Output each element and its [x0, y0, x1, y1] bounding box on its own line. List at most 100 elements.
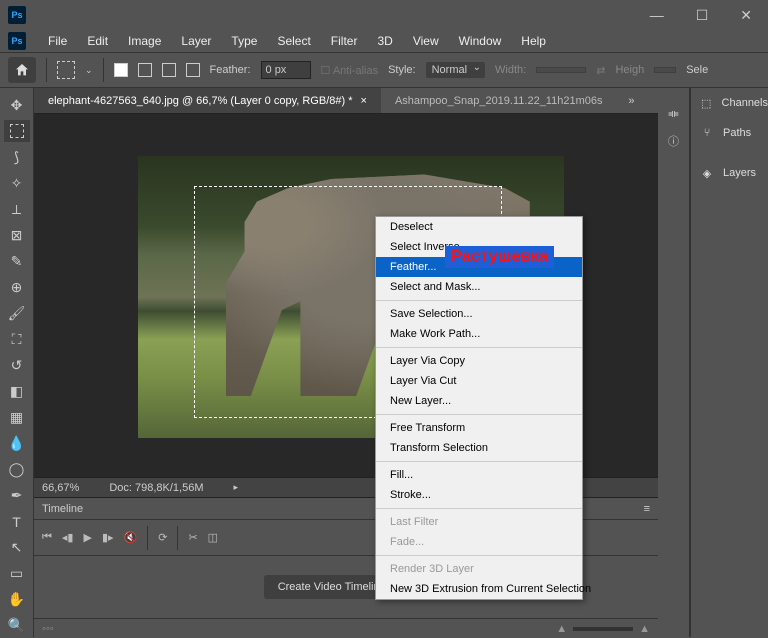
panel-channels[interactable]: ⬚Channels: [691, 88, 768, 118]
link-icon: ⇄: [596, 64, 605, 77]
eyedropper-tool[interactable]: ✎: [4, 250, 30, 272]
menu-3d[interactable]: 3D: [369, 32, 400, 50]
brush-tool[interactable]: 🖌: [4, 302, 30, 324]
panel-paths[interactable]: ⑂Paths: [691, 118, 768, 148]
width-label: Width:: [495, 64, 526, 76]
context-menu-item[interactable]: Free Transform: [376, 418, 582, 438]
menu-file[interactable]: File: [40, 32, 75, 50]
crop-tool[interactable]: ⟂: [4, 198, 30, 220]
feather-label: Feather:: [210, 64, 251, 76]
height-label: Heigh: [615, 64, 644, 76]
context-menu-item[interactable]: Save Selection...: [376, 304, 582, 324]
context-menu-item[interactable]: Make Work Path...: [376, 324, 582, 344]
menu-help[interactable]: Help: [513, 32, 554, 50]
menu-separator: [376, 555, 582, 556]
menubar: Ps File Edit Image Layer Type Select Fil…: [0, 30, 768, 52]
timeline-zoom-out-icon[interactable]: ▲: [556, 623, 567, 635]
context-menu-item[interactable]: Fill...: [376, 465, 582, 485]
annotation-label: Растушевка: [445, 246, 554, 268]
magic-wand-tool[interactable]: ✧: [4, 172, 30, 194]
menu-filter[interactable]: Filter: [323, 32, 366, 50]
history-brush-tool[interactable]: ↺: [4, 354, 30, 376]
subtract-selection-icon[interactable]: [162, 63, 176, 77]
eraser-tool[interactable]: ◧: [4, 381, 30, 403]
pen-tool[interactable]: ✒: [4, 485, 30, 507]
context-menu-item[interactable]: Select and Mask...: [376, 277, 582, 297]
new-selection-icon[interactable]: [114, 63, 128, 77]
style-label: Style:: [388, 64, 416, 76]
type-tool[interactable]: T: [4, 511, 30, 533]
dodge-tool[interactable]: ◯: [4, 459, 30, 481]
path-select-tool[interactable]: ↖: [4, 537, 30, 559]
context-menu-item: Fade...: [376, 532, 582, 552]
antialias-checkbox: ☐ Anti-alias: [321, 64, 379, 77]
home-button[interactable]: [8, 57, 36, 83]
tab-overflow-icon[interactable]: »: [616, 95, 646, 107]
timeline-zoom-in-icon[interactable]: ▲: [639, 623, 650, 635]
stamp-tool[interactable]: ⛶: [4, 328, 30, 350]
lasso-tool[interactable]: ⟆: [4, 146, 30, 168]
context-menu-item[interactable]: Transform Selection: [376, 438, 582, 458]
menu-edit[interactable]: Edit: [79, 32, 116, 50]
tab-inactive[interactable]: Ashampoo_Snap_2019.11.22_11h21m06s: [381, 88, 617, 113]
timeline-title[interactable]: Timeline: [42, 503, 83, 515]
menu-type[interactable]: Type: [223, 32, 265, 50]
collapsed-panel-icon[interactable]: ⓘ: [668, 133, 679, 149]
shape-tool[interactable]: ▭: [4, 563, 30, 585]
zoom-tool[interactable]: 🔍: [4, 615, 30, 637]
panel-layers[interactable]: ◈Layers: [691, 158, 768, 188]
width-input: [536, 67, 586, 73]
add-selection-icon[interactable]: [138, 63, 152, 77]
menu-view[interactable]: View: [405, 32, 447, 50]
timeline-split-icon[interactable]: ✂: [188, 531, 197, 544]
timeline-loop-icon[interactable]: ⟳: [158, 531, 167, 544]
context-menu-item[interactable]: Layer Via Copy: [376, 351, 582, 371]
timeline-volume-icon[interactable]: 🔇: [124, 531, 138, 544]
gradient-tool[interactable]: ▦: [4, 407, 30, 429]
menu-window[interactable]: Window: [451, 32, 510, 50]
doc-info[interactable]: Doc: 798,8K/1,56M: [109, 482, 203, 494]
menu-separator: [376, 300, 582, 301]
menu-layer[interactable]: Layer: [173, 32, 219, 50]
style-dropdown[interactable]: Normal: [426, 62, 485, 78]
context-menu-item[interactable]: New 3D Extrusion from Current Selection: [376, 579, 582, 599]
collapsed-panel-icon[interactable]: ⟚: [668, 108, 678, 121]
timeline-prev-icon[interactable]: ◂▮: [62, 531, 74, 544]
move-tool[interactable]: ✥: [4, 94, 30, 116]
menu-select[interactable]: Select: [269, 32, 318, 50]
select-mask-button[interactable]: Sele: [686, 64, 708, 76]
tab-active[interactable]: elephant-4627563_640.jpg @ 66,7% (Layer …: [34, 88, 381, 113]
channels-icon: ⬚: [699, 97, 714, 110]
tool-preset-dropdown-icon[interactable]: ⌄: [85, 65, 93, 76]
marquee-tool-icon[interactable]: [57, 61, 75, 79]
menu-separator: [376, 414, 582, 415]
timeline-menu-icon[interactable]: ≡: [644, 503, 650, 515]
create-video-label: Create Video Timeline: [278, 581, 386, 593]
blur-tool[interactable]: 💧: [4, 433, 30, 455]
timeline-transition-icon[interactable]: ◫: [208, 531, 218, 544]
context-menu-item[interactable]: Stroke...: [376, 485, 582, 505]
hand-tool[interactable]: ✋: [4, 589, 30, 611]
minimize-button[interactable]: —: [642, 3, 672, 28]
context-menu-item[interactable]: Layer Via Cut: [376, 371, 582, 391]
menu-image[interactable]: Image: [120, 32, 169, 50]
context-menu: DeselectSelect InverseFeather...Select a…: [375, 216, 583, 600]
zoom-level[interactable]: 66,67%: [42, 482, 79, 494]
tab-close-icon[interactable]: ×: [361, 95, 367, 107]
timeline-play-icon[interactable]: ▶: [83, 531, 91, 544]
close-button[interactable]: ✕: [732, 3, 760, 28]
timeline-first-icon[interactable]: ⏮: [42, 531, 52, 544]
healing-tool[interactable]: ⊕: [4, 276, 30, 298]
frame-tool[interactable]: ⊠: [4, 224, 30, 246]
intersect-selection-icon[interactable]: [186, 63, 200, 77]
document-tabs: elephant-4627563_640.jpg @ 66,7% (Layer …: [34, 88, 658, 114]
context-menu-item[interactable]: New Layer...: [376, 391, 582, 411]
feather-input[interactable]: 0 px: [261, 61, 311, 79]
maximize-button[interactable]: ☐: [688, 3, 717, 28]
timeline-scroll[interactable]: ◦◦◦: [42, 623, 54, 635]
timeline-next-icon[interactable]: ▮▸: [102, 531, 114, 544]
ps-logo-icon: Ps: [8, 32, 26, 50]
context-menu-item[interactable]: Deselect: [376, 217, 582, 237]
marquee-tool[interactable]: [4, 120, 30, 142]
menu-separator: [376, 461, 582, 462]
